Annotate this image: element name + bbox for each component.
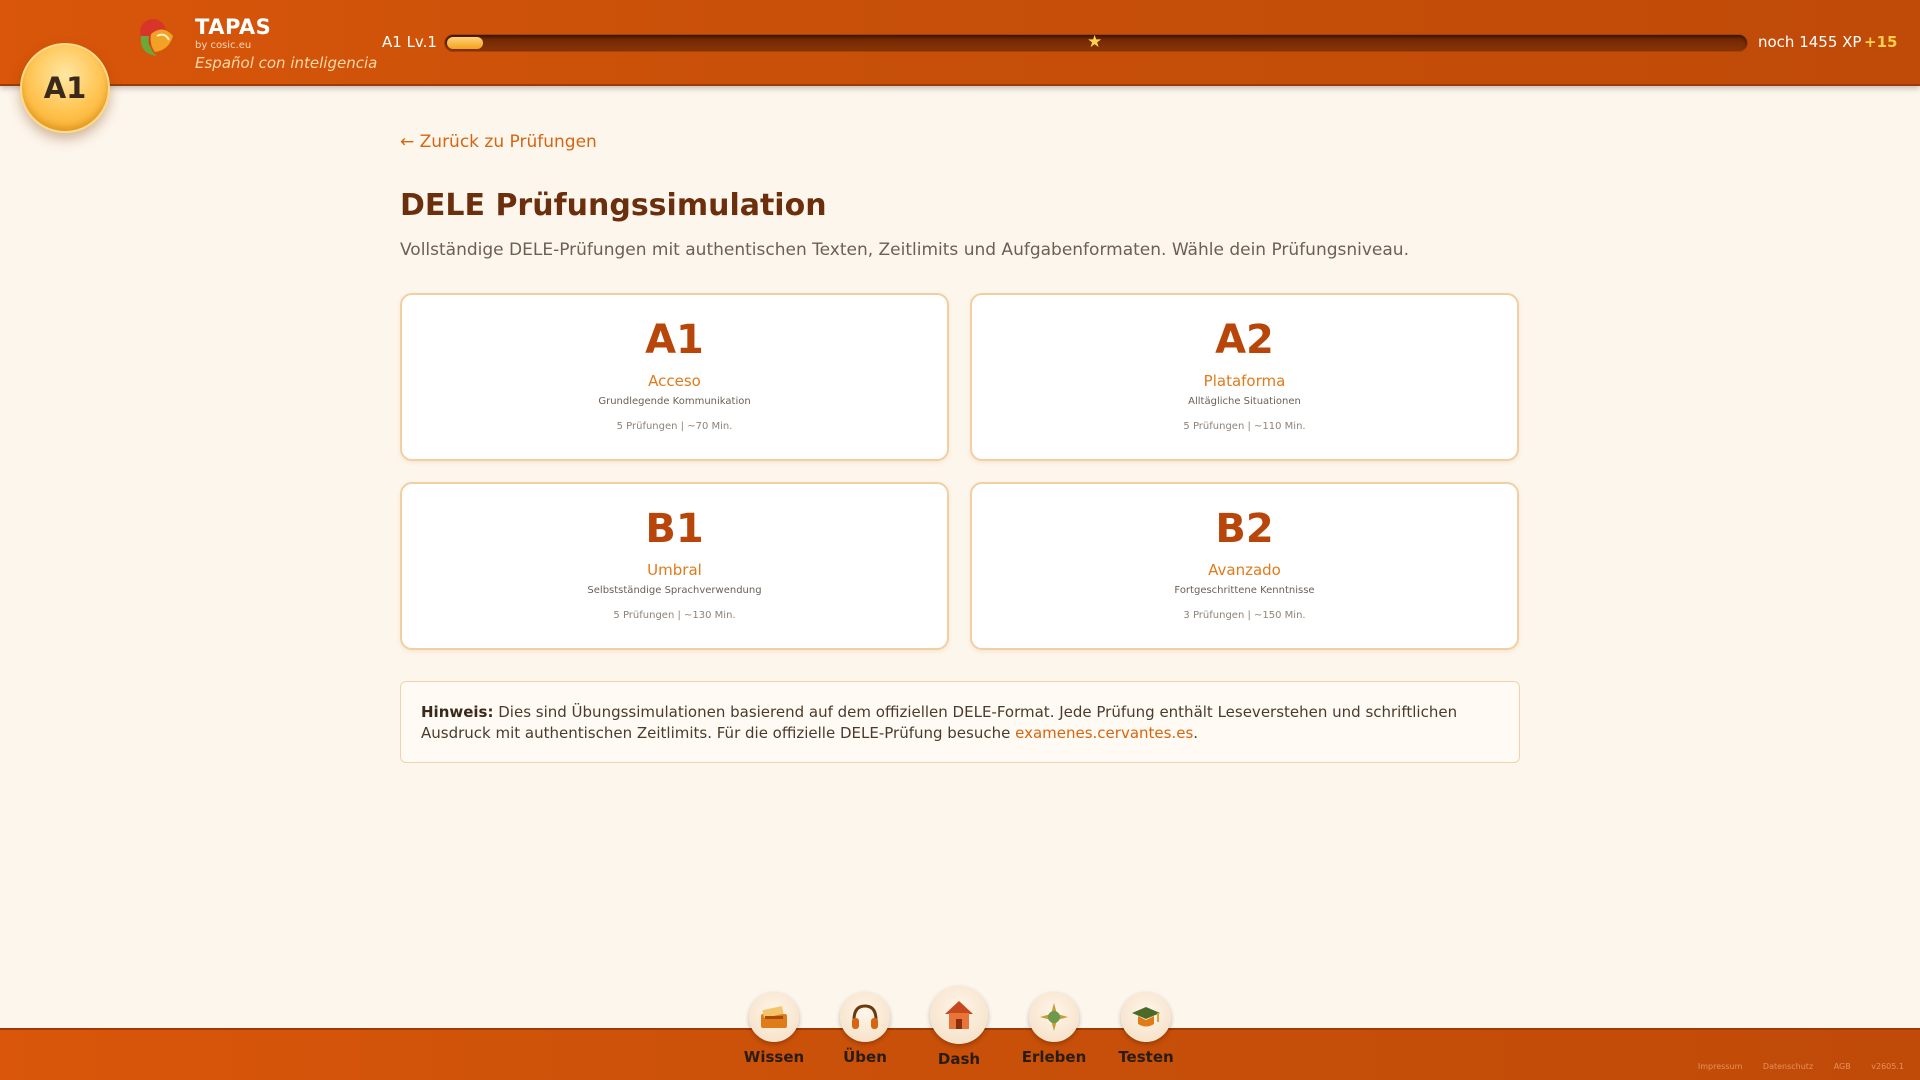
graduation-cap-icon [1121, 992, 1171, 1042]
level-card-a1[interactable]: A1 Acceso Grundlegende Kommunikation 5 P… [400, 293, 949, 461]
xp-progress-fill [447, 37, 483, 49]
compass-icon [1029, 992, 1079, 1042]
card-meta: 3 Prüfungen | ~150 Min. [1183, 610, 1306, 621]
hint-note: Hinweis: Dies sind Übungssimulationen ba… [400, 681, 1520, 763]
level-card-b2[interactable]: B2 Avanzado Fortgeschrittene Kenntnisse … [970, 482, 1519, 650]
hint-end: . [1193, 724, 1199, 742]
card-meta: 5 Prüfungen | ~70 Min. [616, 421, 733, 432]
page-subtitle: Vollständige DELE-Prüfungen mit authenti… [400, 240, 1409, 260]
hint-text: Dies sind Übungssimulationen basierend a… [421, 703, 1458, 742]
card-description: Grundlegende Kommunikation [598, 396, 751, 407]
nav-item-wissen[interactable]: Wissen [734, 992, 814, 1066]
level-card-b1[interactable]: B1 Umbral Selbstständige Sprachverwendun… [400, 482, 949, 650]
nav-label: Testen [1118, 1048, 1174, 1066]
hint-label: Hinweis: [421, 703, 494, 721]
nav-label: Dash [937, 1050, 981, 1068]
card-name: Avanzado [1208, 561, 1281, 579]
cervantes-link[interactable]: examenes.cervantes.es [1015, 724, 1193, 742]
card-description: Fortgeschrittene Kenntnisse [1174, 585, 1315, 596]
footer-link-datenschutz[interactable]: Datenschutz [1763, 1062, 1813, 1071]
card-meta: 5 Prüfungen | ~130 Min. [613, 610, 736, 621]
top-header: TAPAS by cosic.eu Español con inteligenc… [0, 0, 1920, 86]
brand-tagline: Español con inteligencia [195, 54, 378, 72]
tapas-logo-icon[interactable] [133, 14, 181, 62]
nav-item-testen[interactable]: Testen [1106, 992, 1186, 1066]
footer-link-agb[interactable]: AGB [1834, 1062, 1851, 1071]
nav-label: Erleben [1021, 1048, 1087, 1066]
xp-gain: +15 [1864, 33, 1898, 51]
house-icon [930, 986, 988, 1044]
card-meta: 5 Prüfungen | ~110 Min. [1183, 421, 1306, 432]
footer-link-impressum[interactable]: Impressum [1698, 1062, 1742, 1071]
card-description: Selbstständige Sprachverwendung [587, 585, 762, 596]
nav-label: Wissen [743, 1048, 805, 1066]
footer-version: v2605.1 [1871, 1062, 1904, 1071]
nav-item-dash[interactable]: Dash [919, 986, 999, 1068]
card-level: A2 [1215, 317, 1274, 363]
card-level: A1 [645, 317, 704, 363]
nav-label: Üben [843, 1048, 887, 1066]
card-level: B1 [645, 506, 704, 552]
page-title: DELE Prüfungssimulation [400, 188, 827, 223]
card-name: Umbral [647, 561, 702, 579]
card-name: Plataforma [1203, 372, 1286, 390]
card-level: B2 [1215, 506, 1274, 552]
card-description: Alltägliche Situationen [1188, 396, 1301, 407]
star-icon: ★ [1087, 32, 1103, 52]
level-card-a2[interactable]: A2 Plataforma Alltägliche Situationen 5 … [970, 293, 1519, 461]
level-badge[interactable]: A1 [20, 43, 110, 133]
nav-item-erleben[interactable]: Erleben [1014, 992, 1094, 1066]
brand-title: TAPAS [195, 15, 272, 39]
headphones-icon [840, 992, 890, 1042]
footer-links: Impressum Datenschutz AGB v2605.1 [1680, 1062, 1904, 1071]
card-name: Acceso [648, 372, 701, 390]
back-to-exams-link[interactable]: ← Zurück zu Prüfungen [400, 132, 597, 152]
brand-by: by cosic.eu [195, 40, 252, 51]
xp-level-label: A1 Lv.1 [382, 33, 437, 51]
xp-remaining: noch 1455 XP [1758, 33, 1862, 51]
xp-progress-bar: ★ [444, 32, 1748, 52]
book-icon [749, 992, 799, 1042]
nav-item-ueben[interactable]: Üben [825, 992, 905, 1066]
